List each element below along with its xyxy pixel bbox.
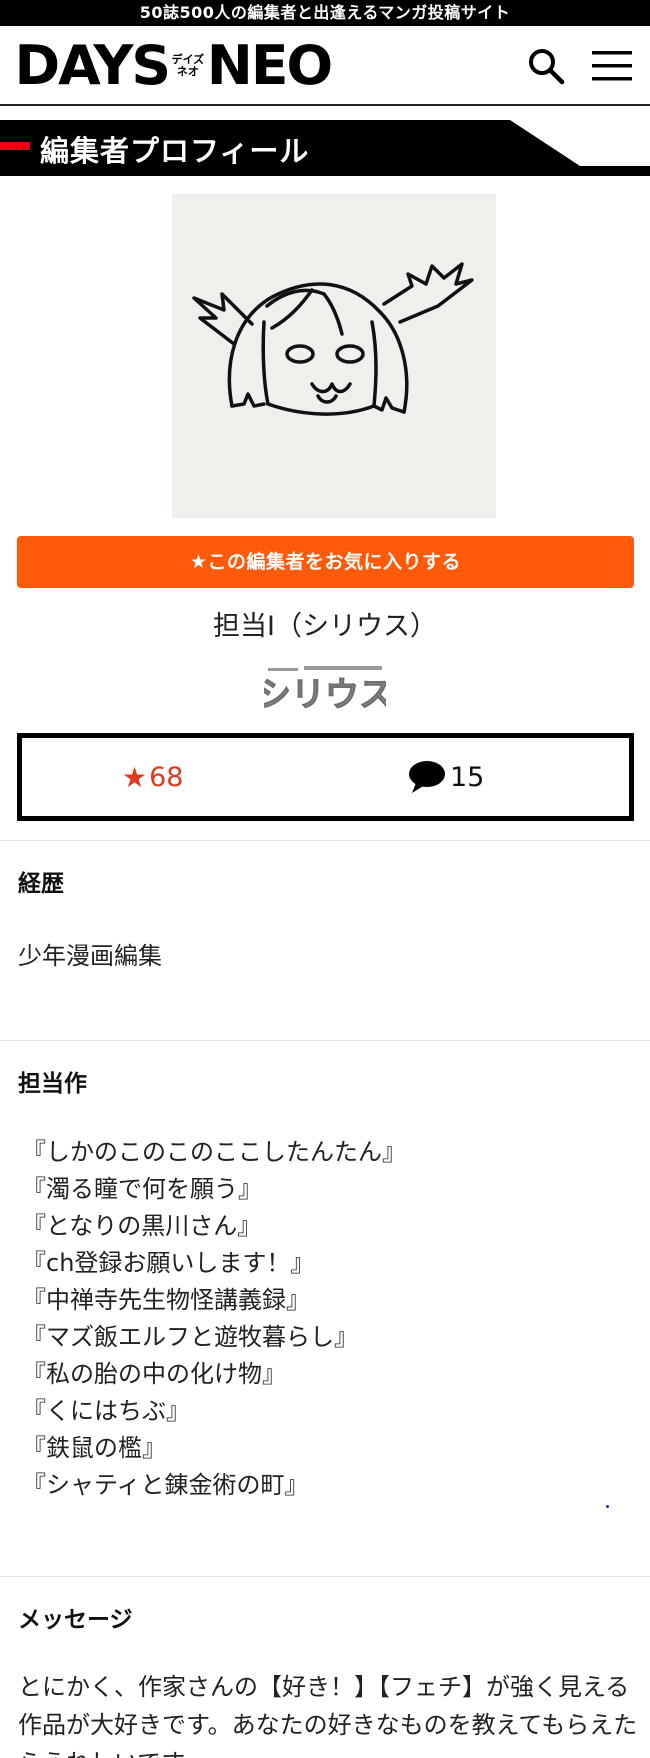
decorative-dot bbox=[606, 1505, 609, 1508]
works-heading: 担当作 bbox=[18, 1071, 87, 1097]
logo-days: DAYS bbox=[14, 34, 171, 97]
hamburger-menu-icon bbox=[592, 51, 632, 81]
message-heading: メッセージ bbox=[18, 1607, 133, 1633]
work-item: 『シャティと錬金術の町』 bbox=[22, 1471, 309, 1499]
magazine-logo: シリウス bbox=[257, 662, 394, 716]
editor-avatar bbox=[172, 194, 496, 518]
section-title-bar: 編集者プロフィール bbox=[0, 120, 650, 176]
work-item: 『ch登録お願いします！』 bbox=[22, 1249, 315, 1277]
menu-button[interactable] bbox=[588, 42, 636, 90]
speech-bubble-icon bbox=[409, 761, 445, 793]
logo-neo: NEO bbox=[206, 34, 333, 97]
career-heading: 経歴 bbox=[18, 871, 64, 897]
logo-kana: デイズ ネオ bbox=[171, 54, 204, 78]
magazine-logo-text: シリウス bbox=[264, 675, 386, 712]
avatar-illustration bbox=[172, 194, 496, 518]
section-bar-accent bbox=[0, 142, 30, 150]
divider bbox=[0, 1576, 650, 1577]
divider bbox=[0, 1040, 650, 1041]
editor-stats-box: ★ 68 15 bbox=[17, 733, 634, 821]
editor-name: 担当I（シリウス） bbox=[213, 611, 437, 642]
favorites-value: 68 bbox=[149, 761, 184, 793]
section-title: 編集者プロフィール bbox=[40, 134, 310, 168]
search-button[interactable] bbox=[522, 42, 570, 90]
favorites-count: ★ 68 bbox=[122, 738, 183, 816]
site-header: DAYS デイズ ネオ NEO bbox=[0, 26, 650, 106]
top-banner: 50誌500人の編集者と出逢えるマンガ投稿サイト bbox=[0, 0, 650, 26]
message-text: とにかく、作家さんの【好き！】【フェチ】が強く見える作品が大好きです。あなたの好… bbox=[18, 1673, 638, 1758]
work-item: 『中禅寺先生物怪講義録』 bbox=[22, 1286, 310, 1314]
work-item: 『濁る瞳で何を願う』 bbox=[22, 1175, 262, 1203]
work-item: 『となりの黒川さん』 bbox=[22, 1212, 262, 1240]
favorite-star-icon: ★ bbox=[122, 760, 148, 794]
favorite-editor-button[interactable]: ★この編集者をお気に入りする bbox=[17, 536, 634, 588]
work-item: 『くにはちぶ』 bbox=[22, 1397, 190, 1425]
work-item: 『鉄鼠の檻』 bbox=[22, 1434, 166, 1462]
works-list: 『しかのこのこのここしたんたん』 『濁る瞳で何を願う』 『となりの黒川さん』 『… bbox=[22, 1134, 406, 1504]
logo-kana-bottom: ネオ bbox=[176, 65, 199, 78]
search-icon bbox=[529, 49, 565, 85]
comments-count: 15 bbox=[406, 738, 484, 816]
work-item: 『しかのこのこのここしたんたん』 bbox=[22, 1138, 406, 1166]
work-item: 『私の胎の中の化け物』 bbox=[22, 1360, 286, 1388]
divider bbox=[0, 840, 650, 841]
work-item: 『マズ飯エルフと遊牧暮らし』 bbox=[22, 1323, 358, 1351]
career-text: 少年漫画編集 bbox=[18, 942, 162, 970]
days-neo-logo[interactable]: DAYS デイズ ネオ NEO bbox=[14, 34, 333, 97]
comments-value: 15 bbox=[450, 761, 485, 793]
